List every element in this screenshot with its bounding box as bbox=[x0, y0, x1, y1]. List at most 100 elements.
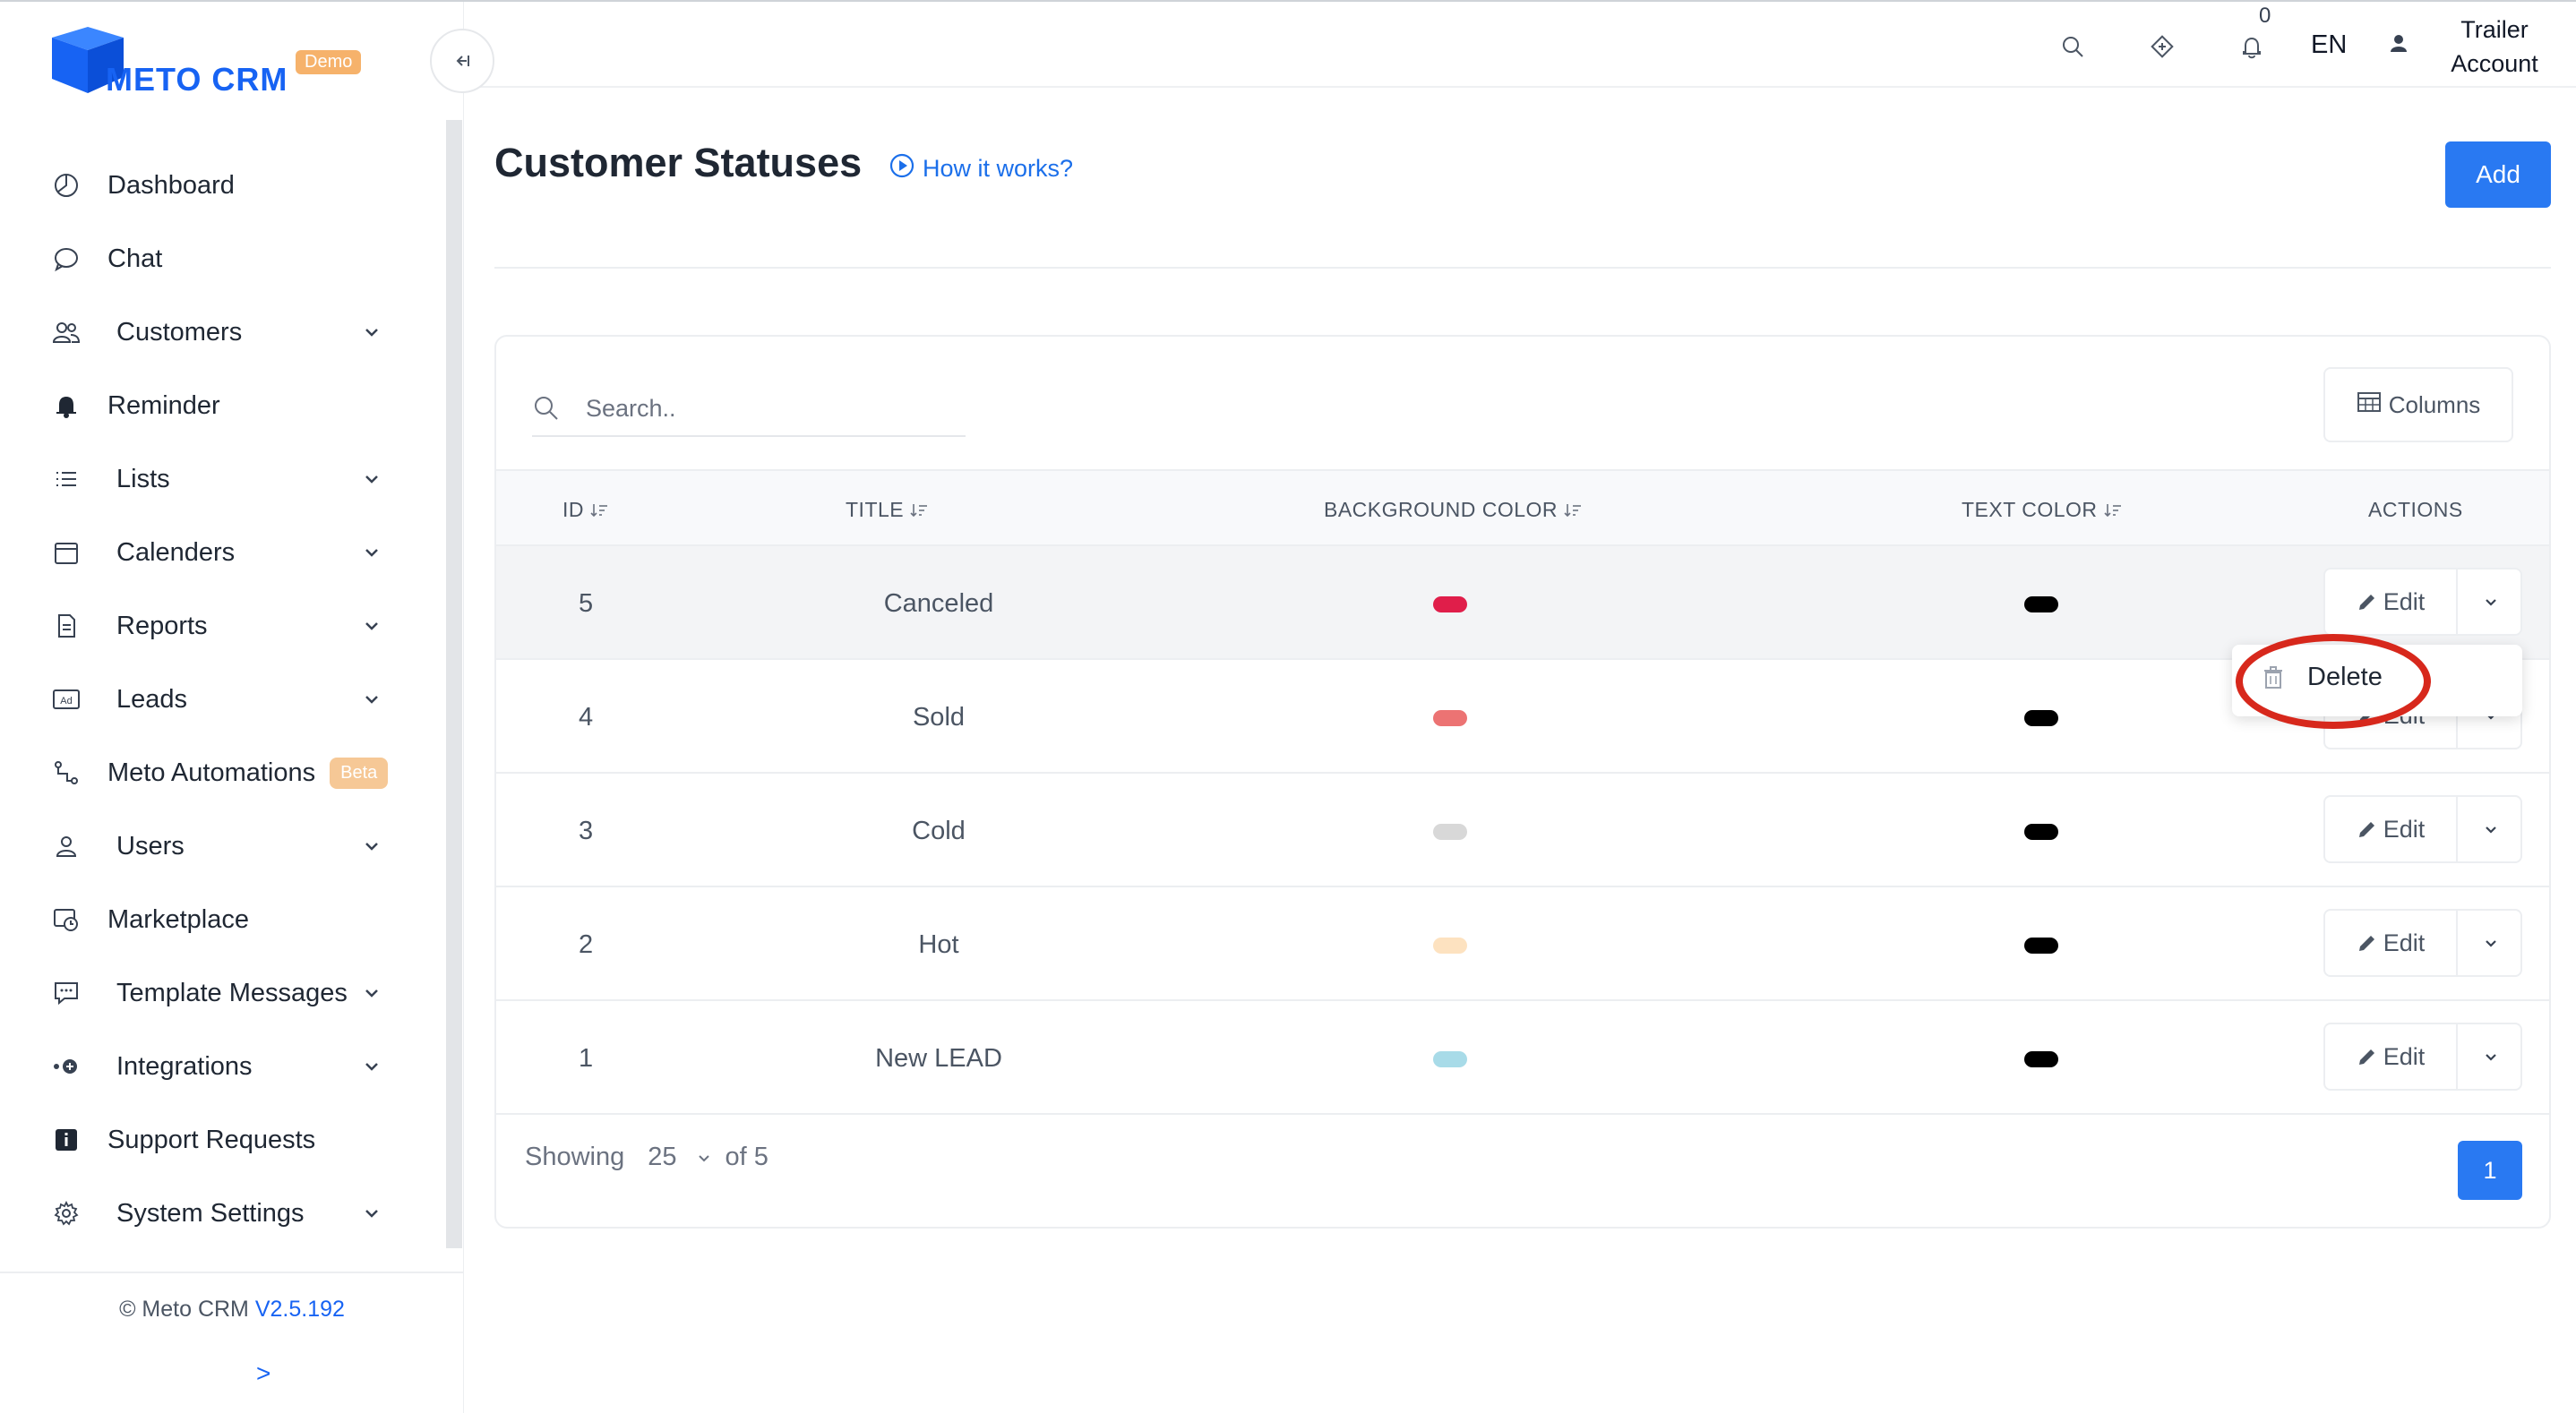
header-title[interactable]: TITLE bbox=[846, 498, 929, 522]
chevron-down-icon bbox=[2486, 599, 2496, 606]
sidebar-item-meto-automations[interactable]: Meto Automations Beta bbox=[0, 736, 430, 809]
header-label: TEXT COLOR bbox=[1962, 498, 2098, 521]
user-icon bbox=[50, 830, 82, 862]
background-color-swatch bbox=[1433, 938, 1467, 954]
header-background-color[interactable]: BACKGROUND COLOR bbox=[1324, 498, 1583, 522]
columns-button[interactable]: Columns bbox=[2323, 367, 2513, 442]
gear-icon bbox=[50, 1197, 82, 1229]
notification-bell-icon[interactable] bbox=[2234, 29, 2270, 64]
sidebar-item-label: Marketplace bbox=[107, 904, 249, 934]
sidebar-item-integrations[interactable]: Integrations bbox=[0, 1030, 430, 1103]
chevron-down-icon[interactable] bbox=[695, 1149, 713, 1167]
edit-label: Edit bbox=[2383, 587, 2426, 615]
sidebar-item-label: Reminder bbox=[107, 390, 220, 420]
dashboard-icon bbox=[50, 169, 82, 201]
beta-badge: Beta bbox=[330, 757, 389, 789]
header-actions: ACTIONS bbox=[2368, 498, 2463, 522]
shortcut-icon[interactable] bbox=[2144, 29, 2180, 64]
edit-button[interactable]: Edit bbox=[2325, 797, 2458, 861]
header-id[interactable]: ID bbox=[562, 498, 609, 522]
sidebar-item-label: Leads bbox=[116, 684, 188, 714]
sidebar-item-calenders[interactable]: Calenders bbox=[0, 516, 430, 589]
search-icon[interactable] bbox=[2055, 29, 2091, 64]
edit-button[interactable]: Edit bbox=[2325, 569, 2458, 634]
play-circle-icon bbox=[889, 152, 915, 185]
chevron-down-icon bbox=[365, 475, 378, 484]
sidebar-item-marketplace[interactable]: Marketplace bbox=[0, 883, 430, 956]
automation-icon bbox=[50, 757, 82, 789]
row-actions-dropdown-toggle[interactable] bbox=[2460, 911, 2522, 975]
top-bar: 0 EN Trailer Account bbox=[464, 2, 2576, 88]
background-color-swatch bbox=[1433, 1051, 1467, 1067]
cell-id: 1 bbox=[579, 1044, 594, 1073]
row-actions-dropdown-toggle[interactable] bbox=[2460, 797, 2522, 861]
sidebar-item-customers[interactable]: Customers bbox=[0, 295, 430, 369]
showing-label: Showing bbox=[525, 1143, 625, 1171]
chevron-down-icon bbox=[365, 549, 378, 557]
pencil-icon bbox=[2358, 595, 2374, 610]
sidebar-item-system-settings[interactable]: System Settings bbox=[0, 1177, 430, 1250]
sidebar-scrollbar[interactable] bbox=[446, 120, 462, 1248]
customers-icon bbox=[50, 316, 82, 348]
table-row[interactable]: 2 Hot Edit bbox=[496, 887, 2549, 1001]
sidebar-item-label: Customers bbox=[116, 317, 243, 347]
sort-icon bbox=[1564, 503, 1582, 517]
sidebar-item-lists[interactable]: Lists bbox=[0, 442, 430, 516]
copyright-text: © Meto CRM bbox=[119, 1297, 249, 1322]
table-columns-icon bbox=[2357, 390, 2382, 420]
info-icon bbox=[50, 1124, 82, 1156]
sidebar-item-dashboard[interactable]: Dashboard bbox=[0, 149, 430, 222]
sidebar-item-label: Template Messages bbox=[116, 978, 348, 1007]
chevron-down-icon bbox=[365, 622, 378, 630]
row-actions: Edit bbox=[2323, 1023, 2522, 1091]
sort-icon bbox=[590, 503, 607, 517]
table-header: ID TITLE BACKGROUND COLOR TEXT COLOR ACT… bbox=[496, 469, 2549, 546]
table-row[interactable]: 3 Cold Edit bbox=[496, 774, 2549, 887]
chevron-down-icon bbox=[365, 329, 378, 337]
text-color-swatch bbox=[2024, 596, 2058, 612]
sidebar-item-leads[interactable]: Ad Leads bbox=[0, 663, 430, 736]
sidebar-item-reports[interactable]: Reports bbox=[0, 589, 430, 663]
sidebar-item-chat[interactable]: Chat bbox=[0, 222, 430, 295]
sidebar-item-reminder[interactable]: Reminder bbox=[0, 369, 430, 442]
table-row[interactable]: 5 Canceled Edit bbox=[496, 546, 2549, 660]
header-label: ACTIONS bbox=[2368, 498, 2463, 521]
account-name-line2: Account bbox=[2451, 50, 2538, 77]
language-selector[interactable]: EN bbox=[2311, 30, 2347, 60]
edit-button[interactable]: Edit bbox=[2325, 1024, 2458, 1089]
how-it-works-link[interactable]: How it works? bbox=[889, 152, 1073, 185]
header-label: TITLE bbox=[846, 498, 905, 521]
cell-title: Cold bbox=[912, 817, 966, 845]
chevron-down-icon bbox=[365, 696, 378, 704]
sidebar-item-template-messages[interactable]: Template Messages bbox=[0, 956, 430, 1030]
sidebar-divider bbox=[0, 1272, 464, 1273]
pagination-page-button[interactable]: 1 bbox=[2458, 1141, 2522, 1200]
header-text-color[interactable]: TEXT COLOR bbox=[1962, 498, 2123, 522]
sidebar-item-label: Integrations bbox=[116, 1051, 253, 1081]
page-size-select[interactable]: 25 bbox=[648, 1143, 676, 1172]
total-count: of 5 bbox=[725, 1143, 769, 1171]
version-link[interactable]: V2.5.192 bbox=[255, 1297, 345, 1322]
cell-id: 5 bbox=[579, 589, 594, 618]
integrations-icon bbox=[50, 1050, 82, 1083]
collapse-sidebar-button[interactable] bbox=[430, 29, 494, 93]
sidebar-item-support-requests[interactable]: Support Requests bbox=[0, 1103, 430, 1177]
svg-text:Ad: Ad bbox=[60, 696, 72, 706]
chevron-down-icon bbox=[365, 1063, 378, 1071]
cell-id: 3 bbox=[579, 817, 594, 845]
table-row[interactable]: 1 New LEAD Edit bbox=[496, 1001, 2549, 1115]
edit-label: Edit bbox=[2383, 1042, 2426, 1070]
search-input[interactable] bbox=[586, 389, 953, 428]
brand-logo[interactable]: METO CRM Demo bbox=[48, 23, 371, 98]
sidebar-item-users[interactable]: Users bbox=[0, 809, 430, 883]
edit-button[interactable]: Edit bbox=[2325, 911, 2458, 975]
add-button[interactable]: Add bbox=[2445, 141, 2551, 208]
expand-sidebar-link[interactable]: > bbox=[256, 1359, 270, 1388]
text-color-swatch bbox=[2024, 824, 2058, 840]
pagination-info: Showing 25 of 5 bbox=[525, 1143, 769, 1172]
chat-icon bbox=[50, 243, 82, 275]
account-menu[interactable]: Trailer Account bbox=[2391, 13, 2576, 81]
row-actions-dropdown-toggle[interactable] bbox=[2460, 1024, 2522, 1089]
chevron-down-icon bbox=[365, 1210, 378, 1218]
row-actions-dropdown-toggle[interactable] bbox=[2460, 569, 2522, 634]
